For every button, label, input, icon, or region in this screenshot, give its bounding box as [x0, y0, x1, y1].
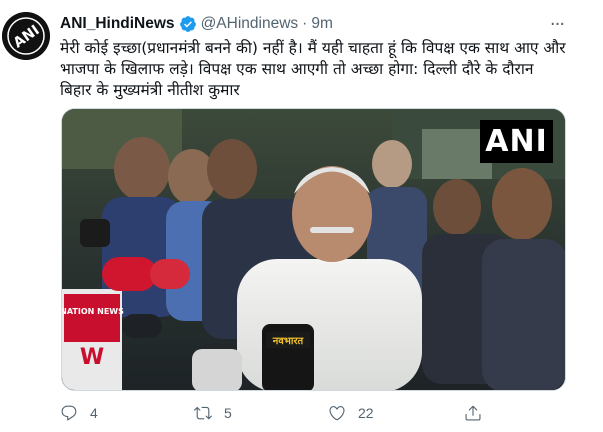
- author-name[interactable]: ANI_HindiNews: [60, 15, 175, 33]
- like-button[interactable]: 22: [328, 404, 374, 422]
- svg-text:W: W: [80, 345, 104, 370]
- mic-label: NATION NEWS: [62, 307, 124, 316]
- heart-icon: [329, 406, 345, 421]
- tweet[interactable]: ANI ANI_HindiNews @AHindinews · 9m ··· म…: [0, 0, 603, 432]
- retweet-count: 5: [224, 405, 232, 421]
- more-options-button[interactable]: ···: [547, 13, 567, 35]
- separator-dot: ·: [302, 15, 308, 32]
- reply-count: 4: [90, 405, 98, 421]
- tweet-text-line: भाजपा के खिलाफ लड़े। विपक्ष एक साथ आएगी …: [60, 60, 534, 78]
- tweet-text-line: बिहार के मुख्यमंत्री नीतीश कुमार: [60, 81, 240, 99]
- avatar[interactable]: ANI: [2, 12, 50, 60]
- share-icon: [465, 405, 481, 421]
- mic-label: नवभारत: [272, 336, 305, 347]
- more-icon: ···: [549, 13, 565, 35]
- retweet-icon: [194, 406, 212, 420]
- share-button[interactable]: [464, 404, 482, 422]
- reply-icon: [61, 405, 77, 421]
- tweet-text: मेरी कोई इच्छा(प्रधानमंत्री बनने की) नही…: [60, 38, 580, 101]
- tweet-text-line: मेरी कोई इच्छा(प्रधानमंत्री बनने की) नही…: [60, 39, 566, 57]
- tweet-timestamp[interactable]: 9m: [311, 15, 333, 33]
- like-count: 22: [358, 405, 374, 421]
- reply-button[interactable]: 4: [60, 404, 98, 422]
- media-watermark: ANI: [480, 120, 553, 163]
- author-handle[interactable]: @AHindinews: [201, 15, 299, 33]
- retweet-button[interactable]: 5: [194, 404, 232, 422]
- tweet-header: ANI_HindiNews @AHindinews · 9m: [60, 14, 559, 34]
- verified-badge-icon: [179, 16, 196, 32]
- ani-logo-icon: ANI: [2, 12, 50, 60]
- tweet-actions: 4 5 22: [60, 402, 570, 426]
